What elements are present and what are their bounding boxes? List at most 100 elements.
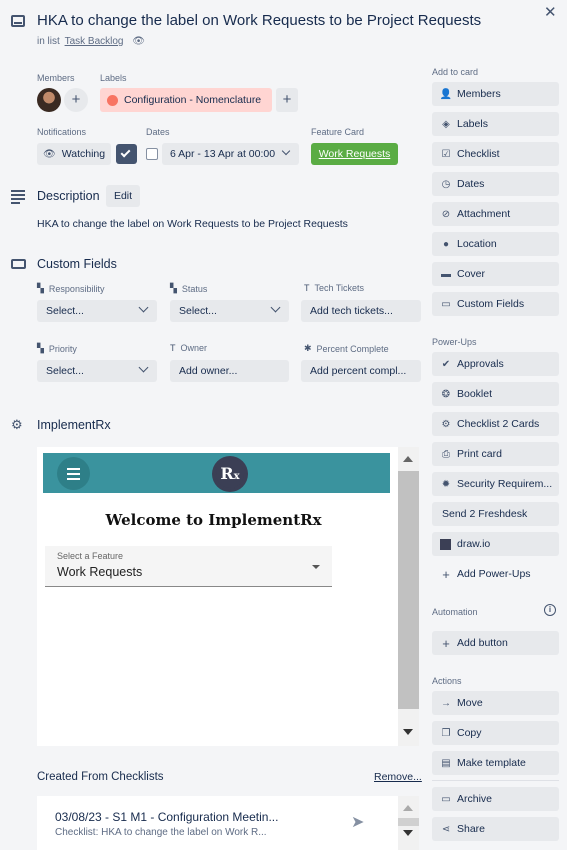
hamburger-menu-button[interactable]: [57, 457, 90, 490]
owner-input[interactable]: Add owner...: [170, 360, 289, 382]
priority-select[interactable]: Select...: [37, 360, 157, 382]
powerup-security-button[interactable]: ✹ Security Requirem...: [432, 472, 559, 496]
input-placeholder: Add percent compl...: [310, 365, 407, 377]
sidebar-label: Archive: [457, 793, 493, 805]
feature-card-link: Work Requests: [318, 148, 391, 160]
printer-icon: ⎙: [442, 448, 450, 460]
sidebar-label: Send 2 Freshdesk: [442, 508, 528, 520]
dates-dropdown[interactable]: 6 Apr - 13 Apr at 00:00: [162, 143, 299, 165]
date-complete-checkbox[interactable]: [146, 148, 158, 160]
label-chip[interactable]: Configuration - Nomenclature: [100, 88, 272, 112]
sidebar-label: Dates: [457, 178, 485, 190]
action-archive-button[interactable]: ▭ Archive: [432, 787, 559, 811]
add-to-card-title: Add to card: [432, 67, 479, 77]
sidebar-labels-button[interactable]: ◈ Labels: [432, 112, 559, 136]
powerup-freshdesk-button[interactable]: Send 2 Freshdesk: [432, 502, 559, 526]
list-name-link[interactable]: Task Backlog: [65, 36, 124, 47]
field-label: Responsibility: [48, 283, 105, 294]
checklist-item-title: 03/08/23 - S1 M1 - Configuration Meetin.…: [55, 810, 279, 824]
chevron-down-icon: [138, 302, 149, 313]
add-label-button[interactable]: +: [276, 88, 298, 112]
implementrx-iframe[interactable]: Rx Welcome to ImplementRx Select a Featu…: [37, 447, 419, 746]
avatar[interactable]: [37, 88, 61, 112]
location-pin-icon: ●: [442, 238, 450, 250]
send-icon[interactable]: ➤: [351, 812, 364, 832]
percent-complete-label: ✱ Percent Complete: [304, 343, 389, 354]
implementrx-logo: Rx: [212, 456, 248, 492]
scroll-down-arrow[interactable]: [403, 830, 413, 836]
eye-icon[interactable]: 👁: [132, 36, 145, 47]
close-icon[interactable]: ✕: [544, 3, 557, 21]
actions-divider: [432, 780, 559, 781]
powerup-checklist-2-cards-button[interactable]: ⚙ Checklist 2 Cards: [432, 412, 559, 436]
card-title[interactable]: HKA to change the label on Work Requests…: [37, 12, 517, 29]
implementrx-title: ImplementRx: [37, 418, 111, 432]
action-copy-button[interactable]: ❐ Copy: [432, 721, 559, 745]
sidebar-label: Checklist: [457, 148, 500, 160]
scroll-up-arrow[interactable]: [403, 805, 413, 811]
plus-icon: +: [442, 635, 450, 651]
action-share-button[interactable]: ⋖ Share: [432, 817, 559, 841]
select-value: Select...: [46, 365, 84, 377]
powerup-drawio-button[interactable]: draw.io: [432, 532, 559, 556]
field-label: Status: [181, 283, 208, 294]
add-powerups-button[interactable]: + Add Power-Ups: [432, 562, 559, 586]
powerup-approvals-button[interactable]: ✔ Approvals: [432, 352, 559, 376]
scroll-down-arrow[interactable]: [403, 729, 413, 735]
action-make-template-button[interactable]: ▤ Make template: [432, 751, 559, 775]
text-icon: T: [170, 343, 176, 353]
status-select[interactable]: Select...: [170, 300, 289, 322]
sidebar-members-button[interactable]: 👤 Members: [432, 82, 559, 106]
sidebar-custom-fields-button[interactable]: ▭ Custom Fields: [432, 292, 559, 316]
watching-check-icon[interactable]: [116, 144, 137, 164]
feature-select[interactable]: Select a Feature Work Requests: [45, 546, 332, 587]
chevron-down-icon: [138, 362, 149, 373]
tech-tickets-input[interactable]: Add tech tickets...: [301, 300, 421, 322]
iframe-scrollbar[interactable]: [398, 447, 419, 746]
arrow-right-icon: →: [441, 697, 451, 709]
remove-link[interactable]: Remove...: [374, 771, 422, 783]
checklist-scrollbar[interactable]: [398, 796, 419, 850]
description-icon: [11, 190, 25, 204]
description-text[interactable]: HKA to change the label on Work Requests…: [37, 218, 348, 230]
copy-icon: ❐: [441, 727, 451, 739]
gear-icon: ⚙: [11, 417, 23, 432]
responsibility-select[interactable]: Select...: [37, 300, 157, 322]
info-icon[interactable]: i: [544, 604, 556, 616]
select-value: Select...: [46, 305, 84, 317]
plus-icon: +: [442, 566, 450, 582]
feature-card-button[interactable]: Work Requests: [311, 143, 398, 165]
percent-complete-input[interactable]: Add percent compl...: [301, 360, 421, 382]
priority-label: ▚ Priority: [37, 343, 77, 354]
sidebar-label: Location: [457, 238, 497, 250]
sidebar-attachment-button[interactable]: ⊘ Attachment: [432, 202, 559, 226]
sidebar-label: Custom Fields: [457, 298, 525, 310]
automation-add-button[interactable]: + Add button: [432, 631, 559, 655]
checklists-title: Created From Checklists: [37, 771, 164, 783]
text-icon: T: [304, 283, 310, 293]
checklist-card[interactable]: 03/08/23 - S1 M1 - Configuration Meetin.…: [37, 796, 419, 850]
sidebar-checklist-button[interactable]: ☑ Checklist: [432, 142, 559, 166]
dates-label: Dates: [146, 127, 170, 137]
add-member-button[interactable]: +: [64, 88, 88, 112]
sidebar-cover-button[interactable]: ▬ Cover: [432, 262, 559, 286]
watch-button[interactable]: 👁 Watching: [37, 143, 111, 165]
tag-icon: ◈: [442, 118, 450, 130]
sidebar-dates-button[interactable]: ◷ Dates: [432, 172, 559, 196]
scrollbar-thumb[interactable]: [398, 471, 419, 709]
archive-icon: ▭: [441, 793, 451, 805]
select-value: Select...: [179, 305, 217, 317]
sidebar-label: Checklist 2 Cards: [457, 418, 540, 430]
dates-value: 6 Apr - 13 Apr at 00:00: [170, 148, 276, 160]
chevron-down-icon: [281, 146, 291, 156]
checklist-item-sub: Checklist: HKA to change the label on Wo…: [55, 827, 267, 838]
sidebar-label: Members: [457, 88, 501, 100]
scroll-up-arrow[interactable]: [403, 456, 413, 462]
powerup-booklet-button[interactable]: ❂ Booklet: [432, 382, 559, 406]
sidebar-location-button[interactable]: ● Location: [432, 232, 559, 256]
sidebar-label: Add Power-Ups: [457, 568, 531, 580]
powerup-print-card-button[interactable]: ⎙ Print card: [432, 442, 559, 466]
scrollbar-thumb[interactable]: [398, 818, 419, 826]
action-move-button[interactable]: → Move: [432, 691, 559, 715]
description-edit-button[interactable]: Edit: [106, 185, 140, 207]
